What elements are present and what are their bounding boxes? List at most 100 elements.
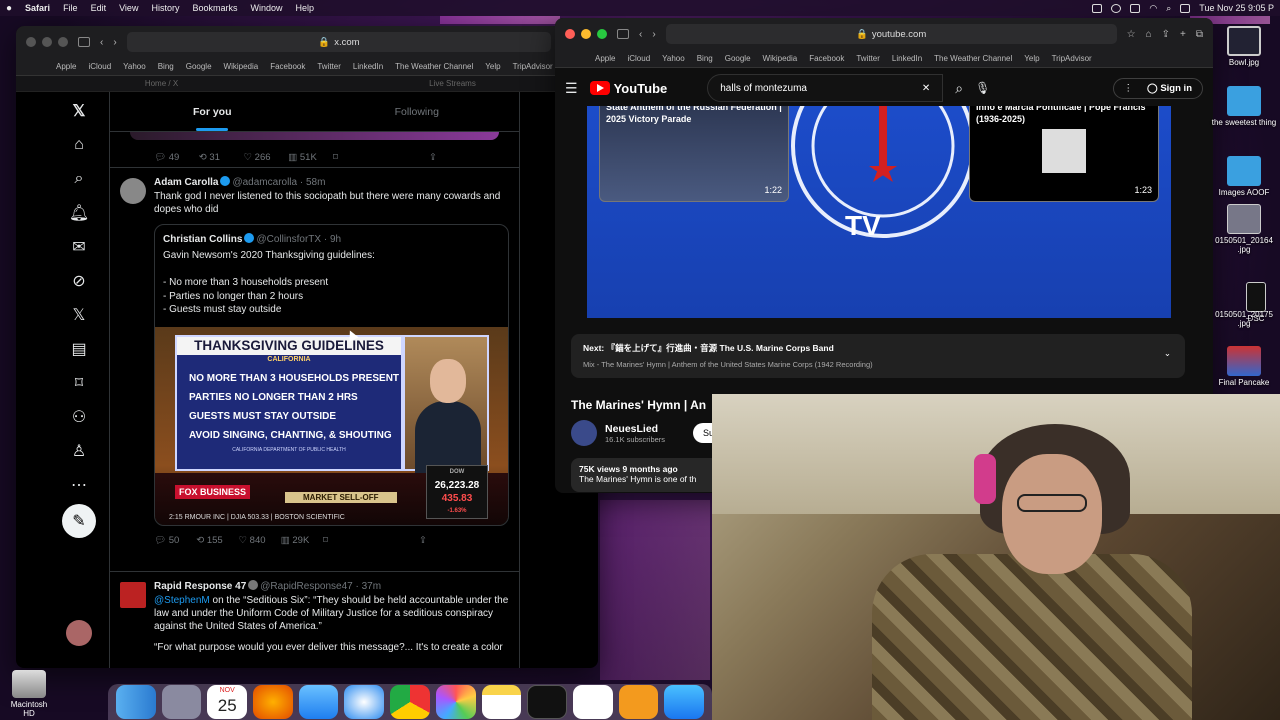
tab-for-you[interactable]: For you xyxy=(110,92,315,131)
bookmark-icon[interactable]: ⌑ xyxy=(323,535,405,546)
finder-icon[interactable] xyxy=(116,685,156,719)
chevron-down-icon[interactable]: ⌄ xyxy=(1164,348,1171,359)
firefox-icon[interactable] xyxy=(253,685,293,719)
fav-apple[interactable]: Apple xyxy=(56,62,76,71)
reply-count[interactable]: 💬︎ 50 xyxy=(154,535,196,546)
menu-help[interactable]: Help xyxy=(296,3,315,13)
fav-yahoo[interactable]: Yahoo xyxy=(662,54,685,63)
video-player[interactable]: TV State Anthem of the Russian Federatio… xyxy=(587,106,1171,318)
fav-yahoo[interactable]: Yahoo xyxy=(123,62,146,71)
menu-view[interactable]: View xyxy=(119,3,138,13)
zoom-button[interactable] xyxy=(597,29,607,39)
menu-window[interactable]: Window xyxy=(250,3,282,13)
zoom-button[interactable] xyxy=(58,37,68,47)
fav-bing[interactable]: Bing xyxy=(697,54,713,63)
photos-icon[interactable] xyxy=(435,685,476,719)
fav-wikipedia[interactable]: Wikipedia xyxy=(224,62,259,71)
back-icon[interactable]: ‹ xyxy=(639,29,642,40)
yt-search-input[interactable]: halls of montezuma ✕ xyxy=(707,74,944,102)
bookmark-icon[interactable]: ⌑ xyxy=(333,152,415,163)
account-avatar[interactable] xyxy=(66,620,92,646)
macintosh-hd-icon[interactable]: Macintosh HD xyxy=(4,670,54,718)
fav-google[interactable]: Google xyxy=(725,54,751,63)
youtube-logo[interactable]: YouTube xyxy=(589,81,667,96)
star-icon[interactable]: ☆ xyxy=(1127,29,1136,40)
search-menubar-icon[interactable]: ⌕ xyxy=(1166,3,1171,14)
reply-count[interactable]: 💬︎ 49 xyxy=(154,152,199,163)
messages-icon[interactable]: ✉ xyxy=(68,236,90,258)
fav-weather[interactable]: The Weather Channel xyxy=(934,54,1012,63)
repost-count[interactable]: ⟲ 155 xyxy=(196,535,238,546)
post-rapid-response[interactable]: Rapid Response 47 @RapidResponse47 · 37m … xyxy=(110,572,519,654)
share-post-icon[interactable]: ⇪ xyxy=(429,152,511,163)
menu-icon[interactable]: ☰ xyxy=(565,80,578,97)
fav-wikipedia[interactable]: Wikipedia xyxy=(763,54,798,63)
fav-google[interactable]: Google xyxy=(186,62,212,71)
post-author[interactable]: Rapid Response 47 xyxy=(154,581,246,592)
fav-icloud[interactable]: iCloud xyxy=(88,62,111,71)
search-icon[interactable]: ⌕ xyxy=(68,168,90,190)
avatar[interactable] xyxy=(120,178,146,204)
premium-icon[interactable]: 𝕏 xyxy=(68,304,90,326)
menu-app-name[interactable]: Safari xyxy=(25,3,50,13)
sign-in-button[interactable]: ⋮ ◯ Sign in xyxy=(1112,77,1203,99)
fav-facebook[interactable]: Facebook xyxy=(809,54,844,63)
obs-icon[interactable] xyxy=(527,685,567,719)
view-count[interactable]: ▥ 51K xyxy=(288,152,333,163)
mic-icon[interactable]: 🎙︎ xyxy=(975,81,990,95)
notifications-icon[interactable]: 🔔︎ xyxy=(68,202,90,224)
like-count[interactable]: ♡ 840 xyxy=(239,535,281,546)
apple-menu-icon[interactable]: ● xyxy=(6,3,12,14)
post-handle[interactable]: @RapidResponse47 · 37m xyxy=(260,581,381,592)
post-handle[interactable]: @adamcarolla · 58m xyxy=(232,177,325,188)
menu-history[interactable]: History xyxy=(151,3,179,13)
forward-icon[interactable]: › xyxy=(652,29,655,40)
desktop-file-20164[interactable]: 0150501_20164 .jpg xyxy=(1208,204,1280,254)
search-icon[interactable]: ⌕ xyxy=(955,80,963,97)
more-options-icon[interactable]: ⋮ xyxy=(1124,83,1134,94)
fav-icloud[interactable]: iCloud xyxy=(627,54,650,63)
fav-tripadvisor[interactable]: TripAdvisor xyxy=(513,62,553,71)
lists-icon[interactable]: ▤ xyxy=(68,338,90,360)
grok-icon[interactable]: ⊘ xyxy=(68,270,90,292)
desktop-file-final-pancake[interactable]: Final Pancake xyxy=(1208,346,1280,387)
profile-icon[interactable]: ♙ xyxy=(68,440,90,462)
mention-link[interactable]: @StephenM xyxy=(154,595,210,606)
minimize-button[interactable] xyxy=(581,29,591,39)
view-count[interactable]: ▥ 29K xyxy=(281,535,323,546)
desktop-file-20175[interactable]: 0150501_20175 .jpg xyxy=(1208,310,1280,328)
avatar[interactable] xyxy=(120,582,146,608)
post-author[interactable]: Adam Carolla xyxy=(154,177,218,188)
home-icon[interactable]: ⌂ xyxy=(68,134,90,156)
app-store-icon[interactable] xyxy=(664,685,704,719)
sidebar-icon[interactable] xyxy=(617,29,629,39)
fav-twitter[interactable]: Twitter xyxy=(317,62,341,71)
home-browser-icon[interactable]: ⌂ xyxy=(1146,29,1152,40)
x-logo-icon[interactable]: 𝕏 xyxy=(68,100,90,122)
tab-following[interactable]: Following xyxy=(315,92,520,131)
fav-yelp[interactable]: Yelp xyxy=(485,62,500,71)
fav-apple[interactable]: Apple xyxy=(595,54,615,63)
close-button[interactable] xyxy=(26,37,36,47)
news-icon[interactable] xyxy=(572,685,613,719)
endcard-russia[interactable]: State Anthem of the Russian Federation |… xyxy=(599,106,789,202)
more-icon[interactable]: ⋯ xyxy=(68,474,90,496)
forward-icon[interactable]: › xyxy=(113,37,116,48)
next-up-panel[interactable]: Next: 『錨を上げて』行進曲・音源 The U.S. Marine Corp… xyxy=(571,334,1185,378)
new-tab-icon[interactable]: + xyxy=(1180,29,1186,40)
tabs-overview-icon[interactable]: ⧉ xyxy=(1196,29,1203,40)
endcard-pope[interactable]: Inno e Marcia Pontificale | Pope Francis… xyxy=(969,106,1159,202)
desktop-file-bowl[interactable]: Bowl.jpg xyxy=(1208,26,1280,67)
quote-image[interactable]: THANKSGIVING GUIDELINES CALIFORNIA NO MO… xyxy=(155,326,508,525)
chrome-icon[interactable] xyxy=(390,685,430,719)
post-button[interactable]: ✎ xyxy=(62,504,96,538)
fav-yelp[interactable]: Yelp xyxy=(1024,54,1039,63)
launchpad-icon[interactable] xyxy=(161,685,202,719)
repost-count[interactable]: ⟲ 31 xyxy=(199,152,244,163)
desktop-folder-sweetest[interactable]: the sweetest thing xyxy=(1208,86,1280,127)
share-post-icon[interactable]: ⇪ xyxy=(419,535,501,546)
fav-facebook[interactable]: Facebook xyxy=(270,62,305,71)
fav-bing[interactable]: Bing xyxy=(158,62,174,71)
tab-home[interactable]: Home / X xyxy=(16,76,307,91)
fav-weather[interactable]: The Weather Channel xyxy=(395,62,473,71)
